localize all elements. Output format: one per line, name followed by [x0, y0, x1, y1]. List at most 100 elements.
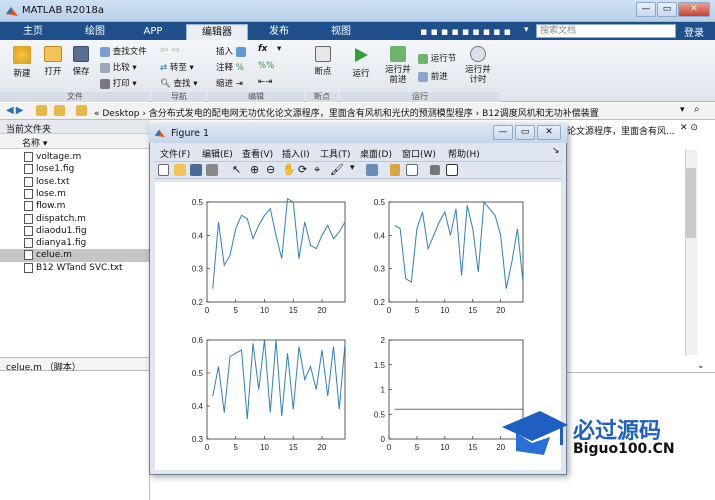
file-item[interactable]: diaodu1.fig: [0, 225, 150, 237]
m-file-icon: [24, 250, 33, 261]
tab-plots[interactable]: 绘图: [72, 24, 118, 40]
file-item[interactable]: dianya1.fig: [0, 237, 150, 249]
brush-dropdown-icon[interactable]: ▾: [350, 163, 355, 173]
figure-close-button[interactable]: ✕: [537, 125, 561, 140]
file-item[interactable]: flow.m: [0, 200, 150, 212]
tab-apps[interactable]: APP: [130, 24, 176, 40]
link-plot-icon[interactable]: [366, 164, 378, 176]
breakpoints-button[interactable]: 断点: [312, 46, 334, 77]
x-tick-label: 15: [289, 306, 298, 315]
run-and-advance-button[interactable]: 运行并 前进: [384, 46, 412, 85]
tab-publish[interactable]: 发布: [254, 24, 304, 40]
menu-insert[interactable]: 插入(I): [282, 147, 310, 160]
goto-icon: ⇄: [160, 63, 168, 73]
indent-button[interactable]: 缩进 ⇥: [216, 77, 243, 89]
find-button[interactable]: 🔍︎ 查找 ▾: [160, 77, 197, 89]
tab-view[interactable]: 视图: [316, 24, 366, 40]
zoom-out-icon[interactable]: ⊖: [266, 163, 275, 176]
menu-tools[interactable]: 工具(T): [320, 147, 351, 160]
path-dropdown-icon[interactable]: ▾: [680, 105, 685, 115]
file-item[interactable]: voltage.m: [0, 151, 150, 163]
fx-button[interactable]: fx: [258, 44, 267, 54]
hide-plot-tools-icon[interactable]: [430, 165, 440, 175]
zoom-in-icon[interactable]: ⊕: [250, 163, 259, 176]
data-cursor-icon[interactable]: ⌖: [314, 163, 320, 177]
figure-titlebar: Figure 1 — ▭ ✕: [149, 123, 567, 143]
menu-view[interactable]: 查看(V): [242, 147, 273, 160]
rotate-icon[interactable]: ⟳: [298, 163, 307, 176]
find-files-button[interactable]: 查找文件: [100, 45, 147, 57]
group-label-file: 文件: [0, 92, 150, 102]
tab-editor[interactable]: 编辑器: [186, 24, 248, 40]
tab-home[interactable]: 主页: [10, 24, 56, 40]
panel-close-icon[interactable]: ✕ ⊙: [680, 123, 698, 133]
close-button[interactable]: ✕: [678, 2, 710, 17]
colorbar-icon[interactable]: [390, 164, 400, 176]
open-button[interactable]: 打开: [42, 46, 64, 77]
legend-icon[interactable]: [406, 164, 418, 176]
file-item[interactable]: lose.m: [0, 188, 150, 200]
goto-button[interactable]: ⇄ 转至 ▾: [160, 61, 194, 73]
menu-desktop[interactable]: 桌面(D): [360, 147, 392, 160]
new-figure-icon[interactable]: [158, 164, 169, 176]
current-path[interactable]: « Desktop › 含分布式发电的配电网无功优化论文源程序，里面含有风机和光…: [94, 106, 599, 119]
figure-maximize-button[interactable]: ▭: [515, 125, 535, 140]
breakpoint-icon: [315, 46, 331, 62]
uncomment-icon[interactable]: %%: [258, 61, 274, 71]
comment-icon: %: [235, 63, 244, 73]
new-button[interactable]: 新建: [12, 46, 32, 79]
run-button[interactable]: 运行: [350, 46, 372, 79]
file-item[interactable]: dispatch.m: [0, 213, 150, 225]
figure-minimize-button[interactable]: —: [493, 125, 513, 140]
address-bar: ◀▶ « Desktop › 含分布式发电的配电网无功优化论文源程序，里面含有风…: [0, 103, 715, 120]
advance-icon: [418, 71, 428, 82]
menu-window[interactable]: 窗口(W): [402, 147, 436, 160]
browse-folder-icon[interactable]: [54, 105, 65, 116]
editor-tab-text[interactable]: 论文源程序，里面含有风...: [567, 124, 675, 137]
m-file-icon: [24, 152, 33, 162]
fx-dropdown-icon[interactable]: ▾: [277, 44, 281, 54]
compare-button[interactable]: 比较 ▾: [100, 61, 137, 73]
dock-arrow-icon[interactable]: ↘: [552, 146, 560, 156]
pointer-icon[interactable]: ↖: [232, 163, 241, 176]
print-figure-icon[interactable]: [206, 164, 218, 176]
y-tick-label: 0.4: [192, 231, 204, 240]
collapse-icon[interactable]: ⌄: [697, 361, 705, 371]
comment-button[interactable]: 注释 %: [216, 61, 244, 73]
search-input[interactable]: 搜索文档: [536, 24, 676, 38]
file-item[interactable]: lose.txt: [0, 176, 150, 188]
insert-button[interactable]: 插入: [216, 45, 246, 57]
fig-file-icon: [24, 225, 33, 236]
path-search-icon[interactable]: ⌕: [694, 104, 700, 115]
file-item[interactable]: lose1.fig: [0, 163, 150, 175]
nav-arrows-icon[interactable]: ⇦ ⇨: [160, 45, 180, 56]
print-button[interactable]: 打印 ▾: [100, 77, 137, 89]
brush-icon[interactable]: 🖌︎: [330, 163, 344, 176]
figure-menubar: 文件(F) 编辑(E) 查看(V) 插入(I) 工具(T) 桌面(D) 窗口(W…: [154, 145, 562, 160]
open-file-icon[interactable]: [174, 164, 186, 176]
save-button[interactable]: 保存: [70, 46, 92, 77]
folder-up-icon[interactable]: [36, 105, 47, 116]
show-plot-tools-icon[interactable]: [446, 164, 458, 176]
smart-indent-icon[interactable]: ⇤⇥: [258, 77, 272, 87]
menu-help[interactable]: 帮助(H): [448, 147, 480, 160]
minimize-button[interactable]: —: [636, 2, 656, 17]
login-link[interactable]: 登录: [684, 24, 704, 39]
advance-button[interactable]: 前进: [418, 70, 448, 82]
y-tick-label: 0.3: [374, 265, 386, 274]
scrollbar-thumb[interactable]: [686, 168, 696, 238]
run-section-button[interactable]: 运行节: [418, 52, 456, 64]
pan-icon[interactable]: ✋: [282, 163, 296, 176]
run-and-time-button[interactable]: 运行并 计时: [464, 46, 492, 85]
file-item[interactable]: B12 WTand SVC.txt: [0, 262, 150, 274]
menu-edit[interactable]: 编辑(E): [202, 147, 233, 160]
save-figure-icon[interactable]: [190, 164, 202, 176]
nav-back-forward-icon[interactable]: ◀▶: [6, 105, 25, 116]
menu-file[interactable]: 文件(F): [160, 147, 190, 160]
name-column-header[interactable]: 名称 ▾: [22, 136, 47, 149]
y-tick-label: 0.5: [192, 369, 204, 378]
quick-access-toolbar[interactable]: ▪▪▪▪▪▪▪▪▪: [420, 25, 514, 38]
file-item-selected[interactable]: celue.m: [0, 249, 150, 262]
maximize-button[interactable]: ▭: [657, 2, 677, 17]
quick-access-dropdown-icon[interactable]: ▾: [524, 25, 529, 35]
